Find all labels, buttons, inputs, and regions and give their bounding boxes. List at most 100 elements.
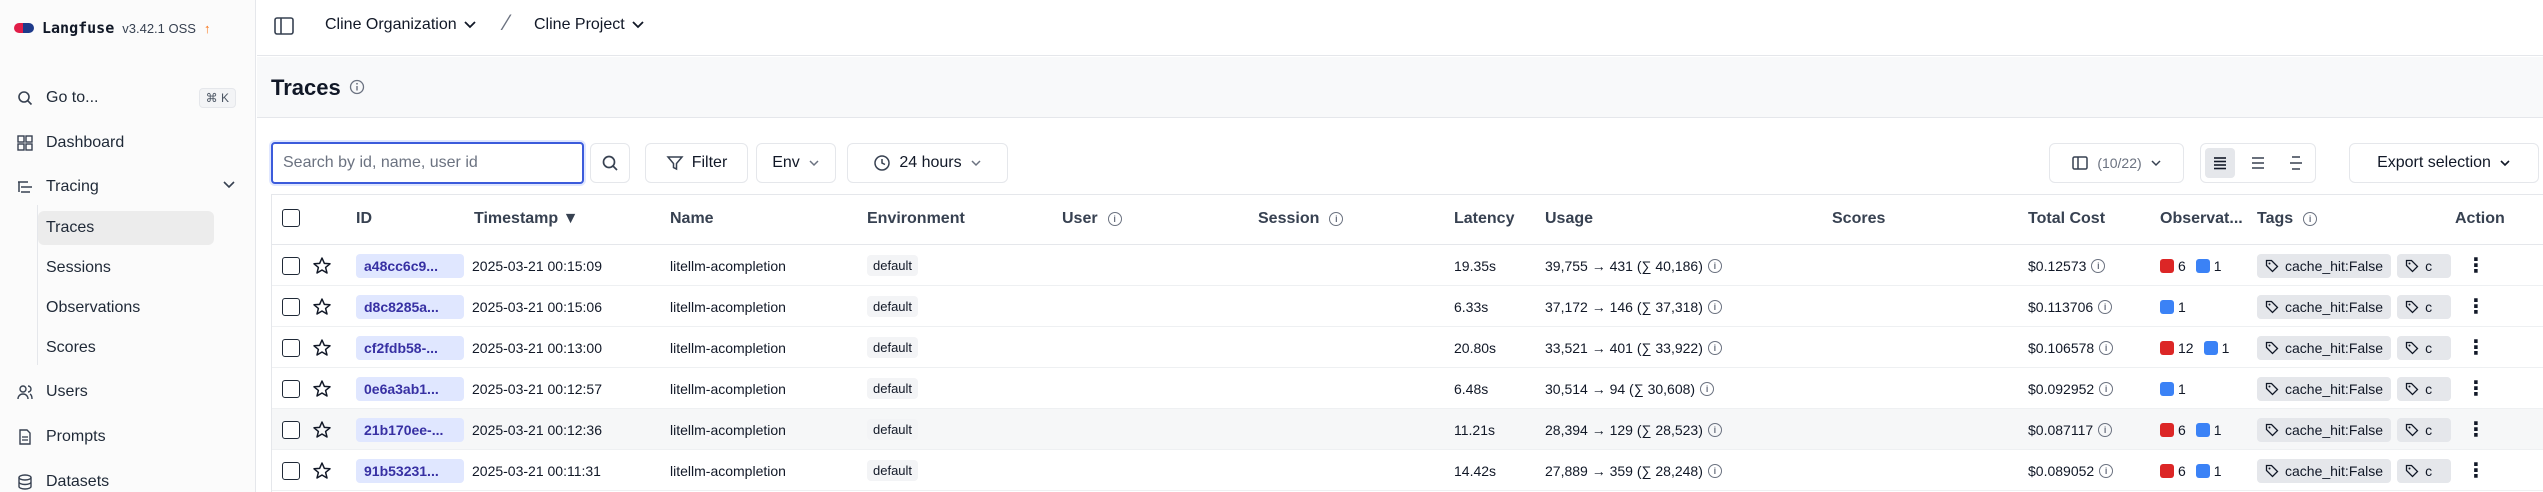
row-actions-icon[interactable]: ⋮: [2466, 450, 2486, 491]
export-selection-button[interactable]: Export selection: [2349, 143, 2539, 183]
arrow-up-icon[interactable]: ↑: [204, 21, 211, 36]
sidebar-item-datasets[interactable]: Datasets: [12, 465, 244, 492]
info-icon[interactable]: [349, 79, 365, 99]
sidebar-item-users[interactable]: Users: [12, 375, 244, 409]
tag-badge[interactable]: c: [2397, 458, 2452, 483]
table-row[interactable]: 91b53231... 2025-03-21 00:11:31 litellm-…: [272, 450, 2543, 491]
col-header-user[interactable]: User i: [1062, 210, 1122, 228]
table-row[interactable]: d8c8285a... 2025-03-21 00:15:06 litellm-…: [272, 286, 2543, 327]
filter-button[interactable]: Filter: [645, 143, 748, 183]
info-icon[interactable]: i: [1707, 340, 1722, 355]
sidebar-item-prompts[interactable]: Prompts: [12, 420, 244, 454]
tag-badge[interactable]: c: [2397, 253, 2452, 278]
col-header-usage[interactable]: Usage: [1545, 210, 1593, 228]
info-icon[interactable]: i: [2099, 381, 2114, 396]
density-loose-icon[interactable]: [2281, 148, 2311, 178]
info-icon[interactable]: i: [1707, 258, 1722, 273]
trace-id[interactable]: 91b53231...: [356, 458, 464, 483]
col-header-id[interactable]: ID: [356, 210, 372, 228]
brand[interactable]: Langfuse v3.42.1 OSS ↑: [14, 16, 210, 40]
trace-id[interactable]: 21b170ee-...: [356, 417, 464, 442]
col-header-latency[interactable]: Latency: [1454, 210, 1514, 228]
star-icon[interactable]: [312, 409, 332, 450]
tag-badge[interactable]: c: [2397, 294, 2452, 319]
tag-badge[interactable]: c: [2397, 376, 2452, 401]
row-actions-icon[interactable]: ⋮: [2466, 409, 2486, 450]
observation-badges[interactable]: 12 1: [2160, 327, 2239, 368]
row-actions-icon[interactable]: ⋮: [2466, 368, 2486, 409]
trace-id[interactable]: a48cc6c9...: [356, 253, 464, 278]
observation-badges[interactable]: 6 1: [2160, 450, 2232, 491]
info-icon[interactable]: i: [2098, 299, 2113, 314]
star-icon[interactable]: [312, 286, 332, 327]
col-header-observations[interactable]: Observat...: [2160, 210, 2243, 228]
col-header-tags[interactable]: Tags i: [2257, 210, 2318, 228]
search-field[interactable]: [271, 142, 584, 184]
col-header-environment[interactable]: Environment: [867, 210, 965, 228]
info-icon[interactable]: i: [1707, 463, 1722, 478]
row-checkbox[interactable]: [282, 450, 300, 491]
observation-badges[interactable]: 6 1: [2160, 245, 2232, 286]
sidebar-item-traces[interactable]: Traces: [38, 211, 214, 245]
env-dropdown[interactable]: Env: [756, 143, 836, 183]
info-icon[interactable]: i: [2091, 258, 2106, 273]
tag-badge[interactable]: cache_hit:False: [2257, 417, 2392, 442]
info-icon[interactable]: i: [1329, 212, 1344, 226]
info-icon[interactable]: i: [1707, 422, 1722, 437]
tag-badge[interactable]: cache_hit:False: [2257, 294, 2392, 319]
observation-badges[interactable]: 1: [2160, 286, 2196, 327]
star-icon[interactable]: [312, 245, 332, 286]
sidebar-item-observations[interactable]: Observations: [38, 291, 214, 325]
sidebar-item-sessions[interactable]: Sessions: [38, 251, 214, 285]
row-actions-icon[interactable]: ⋮: [2466, 286, 2486, 327]
col-header-timestamp[interactable]: Timestamp ▼: [474, 210, 578, 228]
trace-id[interactable]: d8c8285a...: [356, 294, 464, 319]
project-selector[interactable]: Cline Project: [534, 16, 645, 34]
search-input[interactable]: [273, 144, 582, 182]
row-actions-icon[interactable]: ⋮: [2466, 245, 2486, 286]
row-checkbox[interactable]: [282, 286, 300, 327]
star-icon[interactable]: [312, 450, 332, 491]
sidebar-item-dashboard[interactable]: Dashboard: [12, 126, 244, 160]
star-icon[interactable]: [312, 327, 332, 368]
goto-button[interactable]: Go to... ⌘ K: [12, 81, 244, 115]
select-all-checkbox[interactable]: [282, 209, 300, 227]
tag-badge[interactable]: cache_hit:False: [2257, 458, 2392, 483]
columns-button[interactable]: (10/22): [2049, 143, 2184, 183]
star-icon[interactable]: [312, 368, 332, 409]
col-header-total-cost[interactable]: Total Cost: [2028, 210, 2105, 228]
table-row[interactable]: a48cc6c9... 2025-03-21 00:15:09 litellm-…: [272, 245, 2543, 286]
info-icon[interactable]: i: [1700, 381, 1715, 396]
sidebar-item-tracing[interactable]: Tracing: [12, 170, 244, 204]
info-icon[interactable]: i: [1707, 299, 1722, 314]
row-checkbox[interactable]: [282, 327, 300, 368]
tag-badge[interactable]: c: [2397, 335, 2452, 360]
time-range-dropdown[interactable]: 24 hours: [847, 143, 1008, 183]
info-icon[interactable]: i: [2099, 463, 2114, 478]
search-button[interactable]: [590, 143, 630, 183]
col-header-session[interactable]: Session i: [1258, 210, 1344, 228]
tag-badge[interactable]: c: [2397, 417, 2452, 442]
trace-id[interactable]: 0e6a3ab1...: [356, 376, 464, 401]
table-row[interactable]: 21b170ee-... 2025-03-21 00:12:36 litellm…: [272, 409, 2543, 450]
col-header-name[interactable]: Name: [670, 210, 714, 228]
sidebar-toggle-icon[interactable]: [273, 15, 295, 37]
row-checkbox[interactable]: [282, 409, 300, 450]
sidebar-item-scores[interactable]: Scores: [38, 331, 214, 365]
density-medium-icon[interactable]: [2243, 148, 2273, 178]
tag-badge[interactable]: cache_hit:False: [2257, 376, 2392, 401]
info-icon[interactable]: i: [1107, 212, 1122, 226]
info-icon[interactable]: i: [2098, 422, 2113, 437]
org-selector[interactable]: Cline Organization: [325, 16, 477, 34]
table-row[interactable]: 0e6a3ab1... 2025-03-21 00:12:57 litellm-…: [272, 368, 2543, 409]
chevron-down-icon[interactable]: [222, 178, 236, 197]
observation-badges[interactable]: 6 1: [2160, 409, 2232, 450]
trace-id[interactable]: cf2fdb58-...: [356, 335, 464, 360]
density-compact-icon[interactable]: [2205, 148, 2235, 178]
row-actions-icon[interactable]: ⋮: [2466, 327, 2486, 368]
info-icon[interactable]: i: [2303, 212, 2318, 226]
tag-badge[interactable]: cache_hit:False: [2257, 335, 2392, 360]
observation-badges[interactable]: 1: [2160, 368, 2196, 409]
col-header-scores[interactable]: Scores: [1832, 210, 1885, 228]
info-icon[interactable]: i: [2099, 340, 2114, 355]
